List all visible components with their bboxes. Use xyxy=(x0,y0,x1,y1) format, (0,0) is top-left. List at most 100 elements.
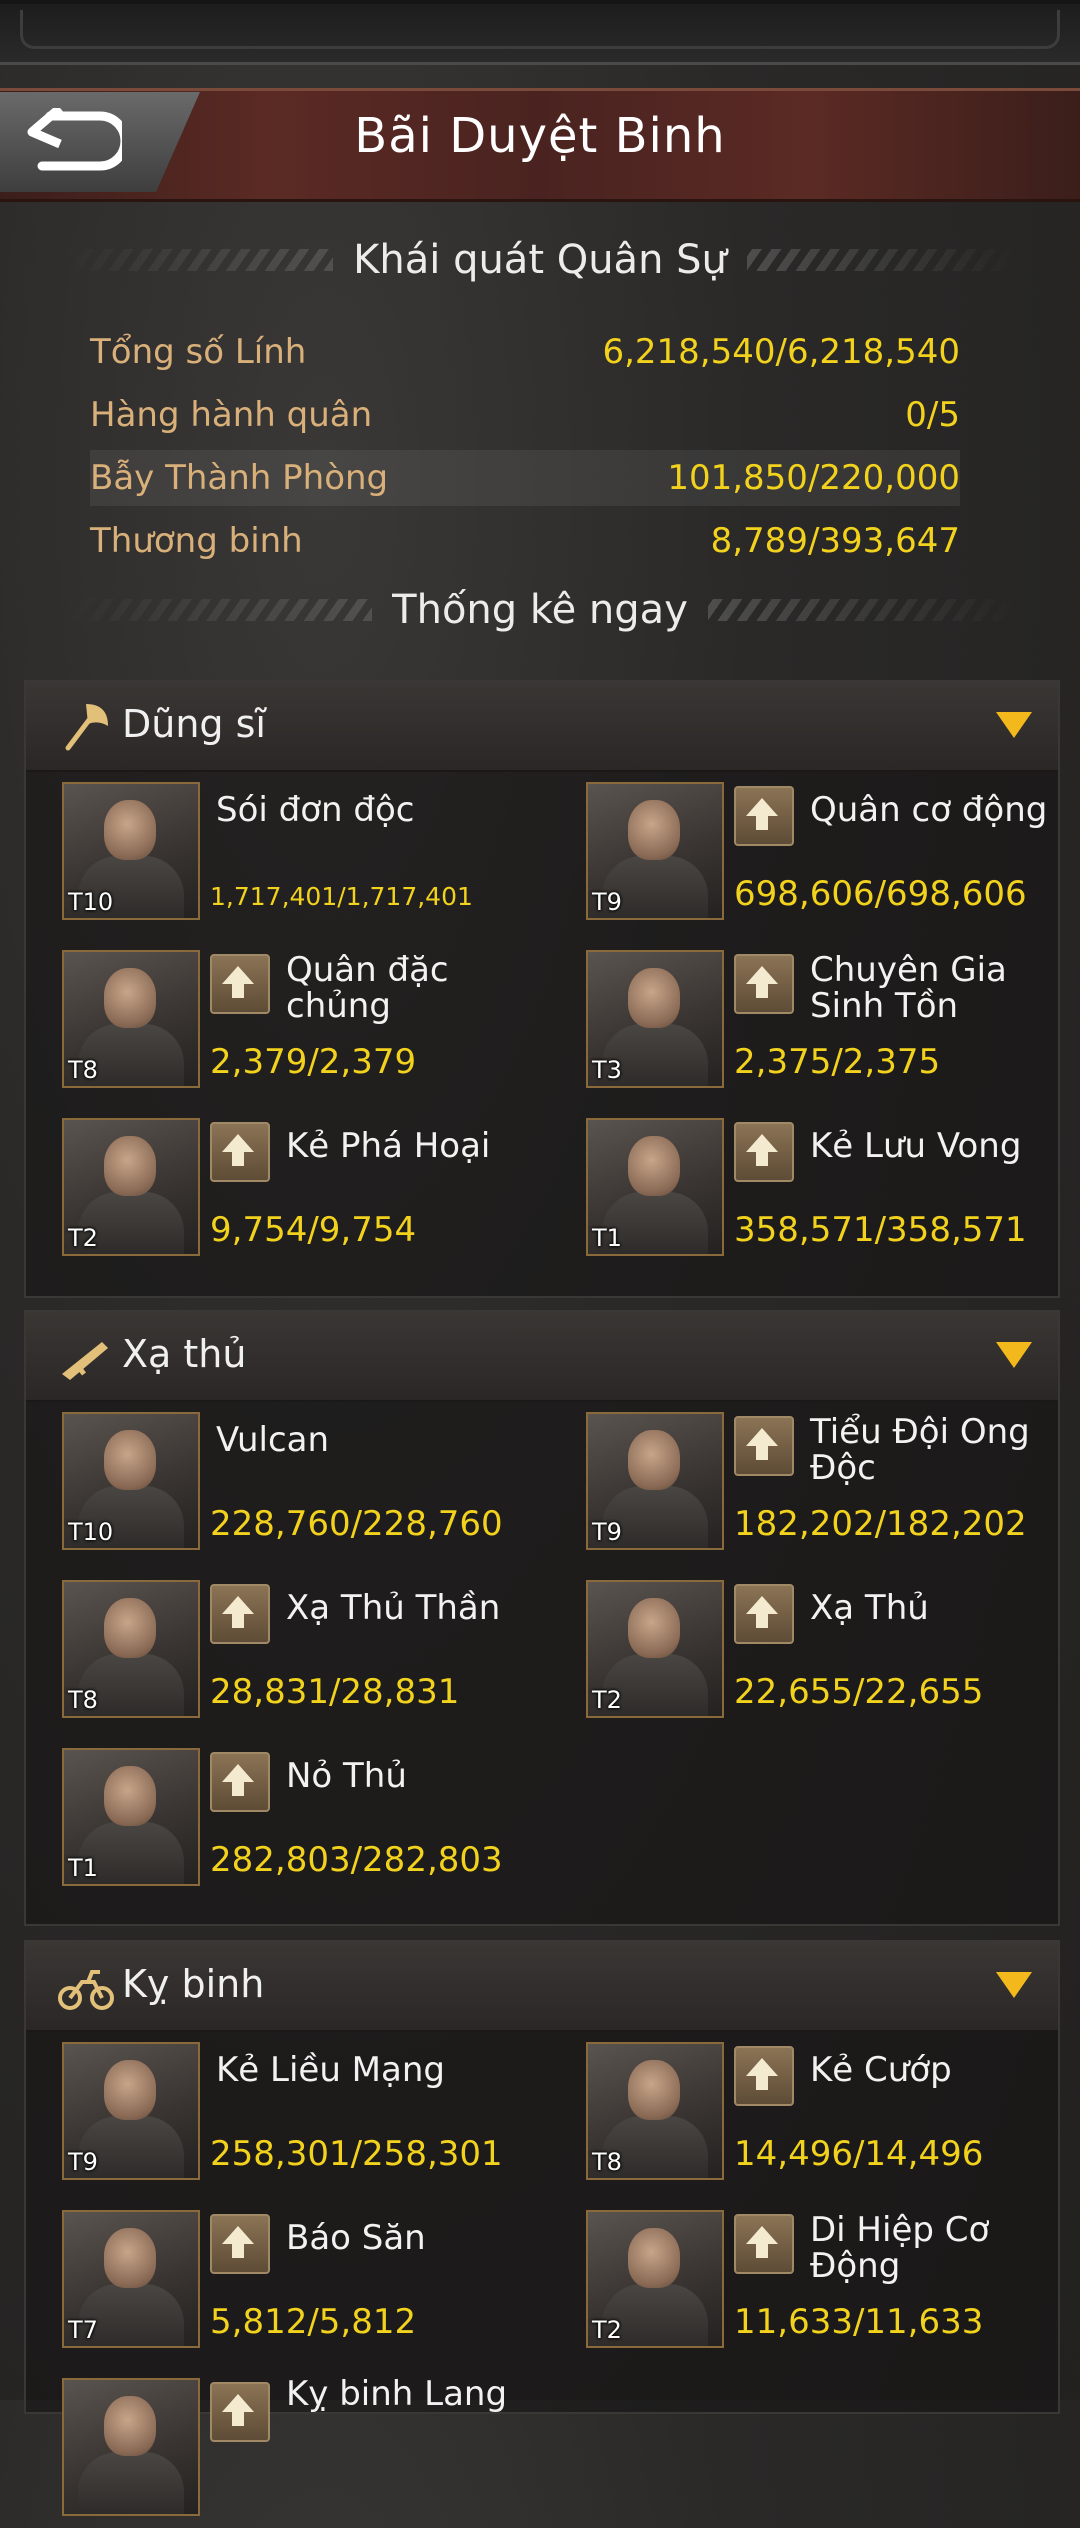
tier-badge: T8 xyxy=(68,1056,98,1084)
unit-count: 22,655/22,655 xyxy=(734,1672,984,1712)
unit-name: Di Hiệp Cơ Động xyxy=(810,2210,990,2286)
stat-row-traps: Bẫy Thành Phòng 101,850/220,000 xyxy=(90,450,960,506)
tier-badge: T8 xyxy=(592,2148,622,2176)
unit-count: 2,375/2,375 xyxy=(734,1042,941,1082)
tier-badge: T1 xyxy=(592,1224,622,1252)
unit-count: 358,571/358,571 xyxy=(734,1210,1027,1250)
upgrade-arrow-icon[interactable] xyxy=(210,954,270,1014)
unit-name: Kẻ Lưu Vong xyxy=(810,1126,1022,1166)
upgrade-arrow-icon[interactable] xyxy=(734,786,794,846)
unit-count: 11,633/11,633 xyxy=(734,2302,984,2342)
unit-name: Quân đặc chủng xyxy=(286,950,449,1026)
stat-label: Hàng hành quân xyxy=(90,395,373,435)
category-header[interactable]: Xạ thủ xyxy=(26,1312,1058,1402)
unit-item[interactable]: T2 Xạ Thủ 22,655/22,655 xyxy=(586,1580,1066,1730)
unit-portrait: T9 xyxy=(62,2042,200,2180)
upgrade-arrow-icon[interactable] xyxy=(210,1752,270,1812)
unit-item[interactable]: T3 Chuyên Gia Sinh Tồn 2,375/2,375 xyxy=(586,950,1066,1100)
category-panel-infantry: Dũng sĩ T10 Sói đơn độc 1,717,401/1,717,… xyxy=(24,680,1060,1298)
page-title: Bãi Duyệt Binh xyxy=(354,108,726,164)
unit-portrait xyxy=(62,2378,200,2516)
unit-name: Báo Săn xyxy=(286,2218,426,2258)
tier-badge: T2 xyxy=(592,2316,622,2344)
overview-heading: Khái quát Quân Sự xyxy=(60,230,1021,290)
unit-count: 28,831/28,831 xyxy=(210,1672,460,1712)
unit-item[interactable]: T8 Quân đặc chủng 2,379/2,379 xyxy=(62,950,542,1100)
category-header[interactable]: Dũng sĩ xyxy=(26,682,1058,772)
unit-portrait: T9 xyxy=(586,782,724,920)
stats-heading: Thống kê ngay xyxy=(60,580,1021,640)
upgrade-arrow-icon[interactable] xyxy=(210,2214,270,2274)
unit-item[interactable]: T9 Tiểu Đội Ong Độc 182,202/182,202 xyxy=(586,1412,1066,1562)
stat-label: Tổng số Lính xyxy=(90,332,307,372)
unit-item[interactable]: T9 Quân cơ động 698,606/698,606 xyxy=(586,782,1066,932)
stat-row-wounded: Thương binh 8,789/393,647 xyxy=(90,513,960,569)
upgrade-arrow-icon[interactable] xyxy=(734,1416,794,1476)
tier-badge: T8 xyxy=(68,1686,98,1714)
chevron-down-icon[interactable] xyxy=(996,712,1032,738)
unit-count: 228,760/228,760 xyxy=(210,1504,503,1544)
rifle-icon xyxy=(62,1342,108,1380)
top-frame xyxy=(0,0,1080,65)
tier-badge: T10 xyxy=(68,1518,114,1546)
unit-portrait: T8 xyxy=(586,2042,724,2180)
unit-count: 5,812/5,812 xyxy=(210,2302,417,2342)
stat-value: 0/5 xyxy=(905,395,960,435)
unit-count: 2,379/2,379 xyxy=(210,1042,417,1082)
chevron-down-icon[interactable] xyxy=(996,1342,1032,1368)
chevron-down-icon[interactable] xyxy=(996,1972,1032,1998)
unit-portrait: T1 xyxy=(586,1118,724,1256)
category-title: Dũng sĩ xyxy=(122,702,266,746)
tier-badge: T2 xyxy=(68,1224,98,1252)
upgrade-arrow-icon[interactable] xyxy=(734,2214,794,2274)
unit-count: 258,301/258,301 xyxy=(210,2134,503,2174)
unit-count: 282,803/282,803 xyxy=(210,1840,503,1880)
tier-badge: T9 xyxy=(592,1518,622,1546)
unit-item[interactable]: T10 Sói đơn độc 1,717,401/1,717,401 xyxy=(62,782,542,932)
unit-item[interactable]: T10 Vulcan 228,760/228,760 xyxy=(62,1412,542,1562)
tier-badge: T10 xyxy=(68,888,114,916)
upgrade-arrow-icon[interactable] xyxy=(734,1584,794,1644)
unit-count: 698,606/698,606 xyxy=(734,874,1027,914)
unit-item[interactable]: T1 Kẻ Lưu Vong 358,571/358,571 xyxy=(586,1118,1066,1268)
unit-item[interactable]: T7 Báo Săn 5,812/5,812 xyxy=(62,2210,542,2360)
unit-item[interactable]: T2 Kẻ Phá Hoại 9,754/9,754 xyxy=(62,1118,542,1268)
unit-name: Kẻ Cướp xyxy=(810,2050,952,2090)
axe-icon xyxy=(65,704,108,751)
upgrade-arrow-icon[interactable] xyxy=(210,2382,270,2442)
unit-name: Vulcan xyxy=(216,1420,330,1460)
category-panel-cavalry: Kỵ binh T9 Kẻ Liều Mạng 258,301/258,301 … xyxy=(24,1940,1060,2516)
upgrade-arrow-icon[interactable] xyxy=(734,2046,794,2106)
category-header[interactable]: Kỵ binh xyxy=(26,1942,1058,2032)
unit-count: 14,496/14,496 xyxy=(734,2134,984,2174)
unit-portrait: T2 xyxy=(586,2210,724,2348)
overview-heading-label: Khái quát Quân Sự xyxy=(353,237,727,283)
unit-item[interactable]: Kỵ binh Lang xyxy=(62,2376,542,2528)
tier-badge: T7 xyxy=(68,2316,98,2344)
unit-portrait: T1 xyxy=(62,1748,200,1886)
upgrade-arrow-icon[interactable] xyxy=(734,954,794,1014)
stat-value: 6,218,540/6,218,540 xyxy=(602,332,960,372)
upgrade-arrow-icon[interactable] xyxy=(210,1584,270,1644)
upgrade-arrow-icon[interactable] xyxy=(734,1122,794,1182)
upgrade-arrow-icon[interactable] xyxy=(210,1122,270,1182)
tier-badge: T9 xyxy=(68,2148,98,2176)
unit-item[interactable]: T9 Kẻ Liều Mạng 258,301/258,301 xyxy=(62,2042,542,2192)
unit-item[interactable]: T8 Xạ Thủ Thần 28,831/28,831 xyxy=(62,1580,542,1730)
unit-portrait: T10 xyxy=(62,1412,200,1550)
unit-portrait: T9 xyxy=(586,1412,724,1550)
category-title: Kỵ binh xyxy=(122,1962,265,2006)
unit-portrait: T10 xyxy=(62,782,200,920)
unit-name: Quân cơ động xyxy=(810,790,1048,830)
unit-item[interactable]: T1 Nỏ Thủ 282,803/282,803 xyxy=(62,1748,542,1898)
unit-item[interactable]: T2 Di Hiệp Cơ Động 11,633/11,633 xyxy=(586,2210,1066,2360)
stats-heading-label: Thống kê ngay xyxy=(392,587,688,633)
unit-item[interactable]: T8 Kẻ Cướp 14,496/14,496 xyxy=(586,2042,1066,2192)
tier-badge: T3 xyxy=(592,1056,622,1084)
unit-name: Kẻ Phá Hoại xyxy=(286,1126,491,1166)
category-panel-marksman: Xạ thủ T10 Vulcan 228,760/228,760 T9 Tiể… xyxy=(24,1310,1060,1926)
unit-count: 182,202/182,202 xyxy=(734,1504,1027,1544)
motorbike-icon xyxy=(58,1970,114,2010)
tier-badge: T2 xyxy=(592,1686,622,1714)
unit-portrait: T8 xyxy=(62,1580,200,1718)
